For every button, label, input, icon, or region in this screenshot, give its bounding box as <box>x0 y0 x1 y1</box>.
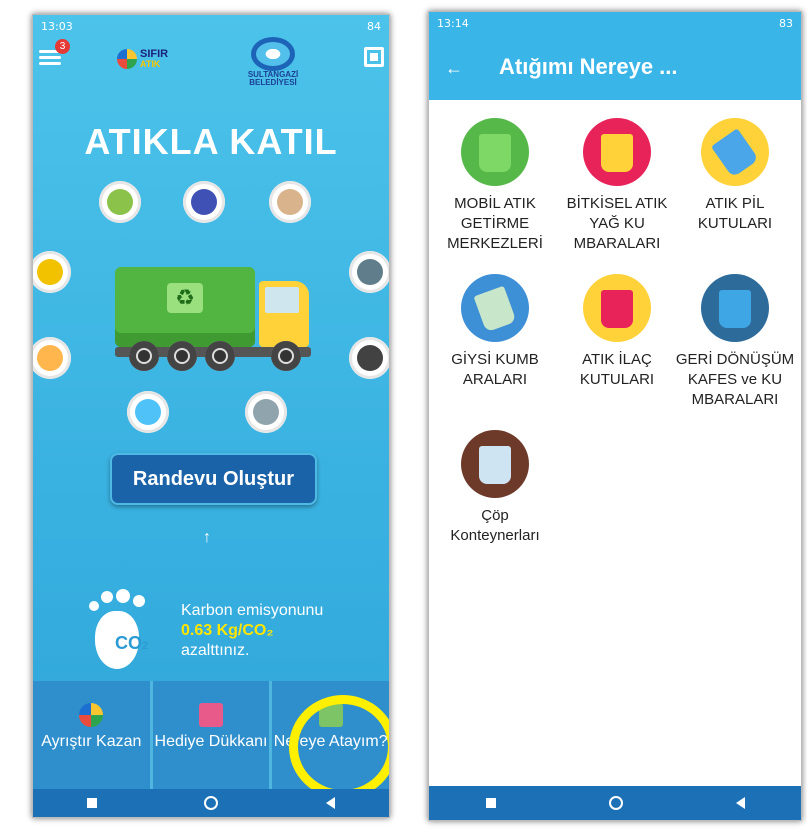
where-to-dispose-screen: 13:14 83 ← Atığımı Nereye ... MOBİL ATIK… <box>428 11 802 821</box>
create-appointment-button[interactable]: Randevu Oluştur <box>110 453 317 505</box>
category-recycling-cage[interactable]: GERİ DÖNÜŞÜM KAFES ve KU MBARALARI <box>675 274 795 410</box>
category-label: MOBİL ATIK GETİRME MERKEZLERİ <box>447 195 543 252</box>
recycle-globe-icon <box>79 703 104 727</box>
carbon-value: 0.63 Kg/CO₂ <box>181 622 274 639</box>
carbon-text-1: Karbon emisyonunu <box>181 602 324 619</box>
batteries-icon <box>349 251 389 293</box>
qr-code-icon[interactable] <box>364 47 384 67</box>
category-label: BİTKİSEL ATIK YAĞ KU MBARALARI <box>566 195 668 252</box>
brand-name-2: ATIK <box>140 59 161 69</box>
carbon-summary: Karbon emisyonunu 0.63 Kg/CO₂ azalttınız… <box>181 601 323 661</box>
category-label: ATIK PİL KUTULARI <box>697 195 773 232</box>
category-clothes-bin[interactable]: GİYSİ KUMB ARALARI <box>435 274 555 390</box>
trash-container-icon <box>461 430 529 498</box>
category-mobile-waste-center[interactable]: MOBİL ATIK GETİRME MERKEZLERİ <box>435 118 555 254</box>
home-screen: 13:03 84 3 SIFIR ATIK SULTANGAZİ BELEDİYE… <box>32 14 390 818</box>
electronics-icon <box>349 337 389 379</box>
hero-title: ATIKLA KATIL <box>84 121 338 162</box>
arrow-up-icon[interactable]: ↑ <box>203 529 211 547</box>
highlight-circle <box>289 695 389 799</box>
home-icon[interactable] <box>204 796 219 810</box>
bottles-icon <box>99 181 141 223</box>
category-label: GERİ DÖNÜŞÜM KAFES ve KU MBARALARI <box>675 351 795 408</box>
category-label: ATIK İLAÇ KUTULARI <box>579 351 655 388</box>
nav-item-ayristir-kazan[interactable]: Ayrıştır Kazan <box>33 681 150 789</box>
co2-subscript: 2 <box>142 640 149 652</box>
back-triangle-icon[interactable] <box>735 797 745 809</box>
system-navigation-bar <box>33 789 389 817</box>
battery-level: 84 <box>367 19 381 33</box>
garbage-truck-icon: ♻ <box>115 267 315 375</box>
co2-label: CO <box>115 633 142 653</box>
back-arrow-icon[interactable]: ← <box>445 58 463 79</box>
category-label: GİYSİ KUMB ARALARI <box>451 351 539 388</box>
mobile-waste-center-icon <box>461 118 529 186</box>
sultangazi-emblem-icon <box>251 37 295 71</box>
nav-label: Hediye Dükkanı <box>154 733 268 750</box>
battery-level: 83 <box>779 16 793 30</box>
back-triangle-icon[interactable] <box>326 797 336 809</box>
footprint-co2-icon: CO2 <box>83 589 169 673</box>
system-navigation-bar <box>429 786 801 820</box>
page-title: Atığımı Nereye ... <box>499 54 678 79</box>
status-bar: 13:03 84 <box>33 15 389 37</box>
gift-icon <box>199 703 223 727</box>
plastic-bottles-icon <box>127 391 169 433</box>
category-battery-bin[interactable]: ATIK PİL KUTULARI <box>675 118 795 234</box>
clothes-icon <box>183 181 225 223</box>
category-vegetable-oil-bin[interactable]: BİTKİSEL ATIK YAĞ KU MBARALARI <box>557 118 677 254</box>
recent-apps-icon[interactable] <box>485 798 496 808</box>
category-label: Çöp Konteynerları <box>450 507 540 544</box>
paper-icon <box>269 181 311 223</box>
category-medicine-bin[interactable]: ATIK İLAÇ KUTULARI <box>557 274 677 390</box>
notification-badge: 3 <box>55 39 70 54</box>
carbon-text-3: azalttınız. <box>181 642 250 659</box>
medicine-icon <box>245 391 287 433</box>
municipality-name-2: BELEDİYESİ <box>249 78 297 87</box>
app-bar: 13:14 83 ← Atığımı Nereye ... <box>429 12 801 100</box>
status-time: 13:03 <box>41 19 73 33</box>
medicine-bin-icon <box>583 274 651 342</box>
nav-item-hediye-dukkani[interactable]: Hediye Dükkanı <box>152 681 270 789</box>
sifir-atik-logo: SIFIR ATIK <box>117 49 168 69</box>
status-bar: 13:14 83 <box>429 12 801 34</box>
vegetable-oil-bin-icon <box>583 118 651 186</box>
sultangazi-logo: SULTANGAZİ BELEDİYESİ <box>235 37 311 87</box>
sifir-atik-globe-icon <box>117 49 137 69</box>
home-icon[interactable] <box>608 796 623 810</box>
status-time: 13:14 <box>437 16 469 30</box>
clothes-bin-icon <box>461 274 529 342</box>
category-trash-container[interactable]: Çöp Konteynerları <box>435 430 555 546</box>
battery-bin-icon <box>701 118 769 186</box>
recent-apps-icon[interactable] <box>86 798 97 808</box>
recycling-cage-icon <box>701 274 769 342</box>
nav-label: Ayrıştır Kazan <box>41 733 142 750</box>
